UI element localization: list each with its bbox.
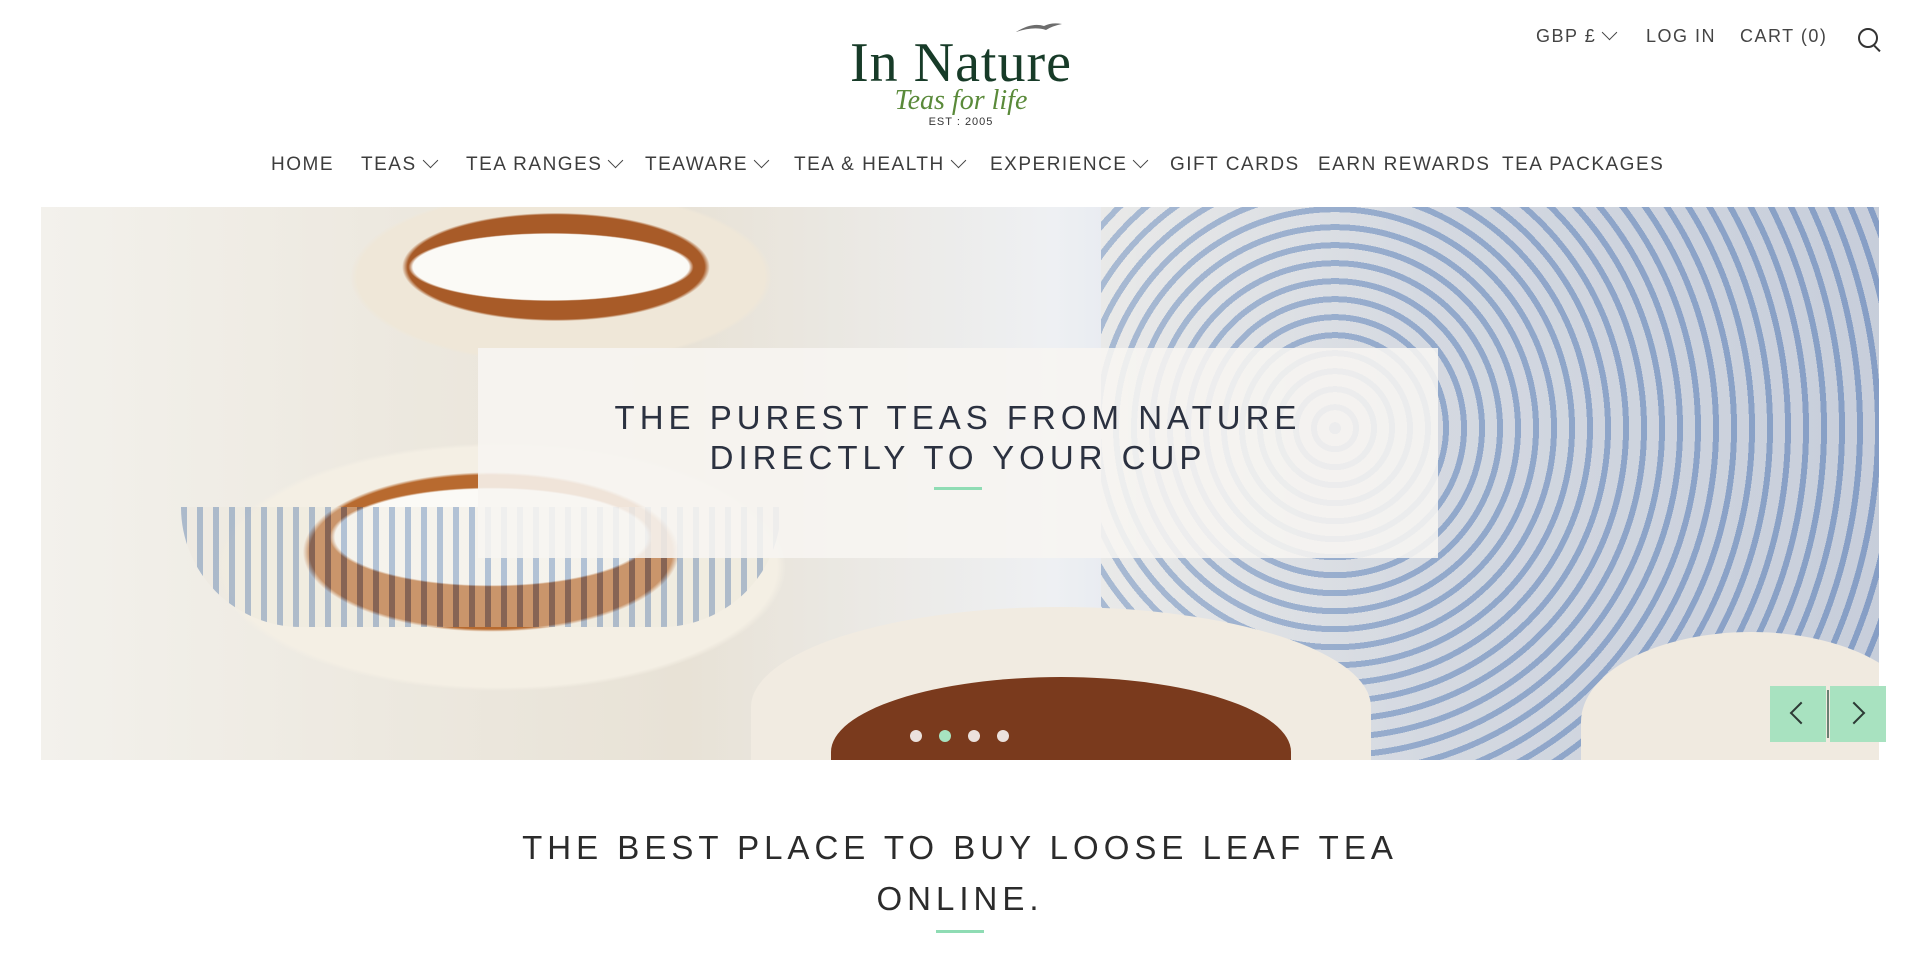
currency-label: GBP £ [1536,26,1597,46]
chevron-down-icon [1601,24,1618,41]
site-header: In Nature Teas for life EST : 2005 GBP £… [0,0,1920,175]
nav-label: GIFT CARDS [1170,154,1300,175]
nav-label: EXPERIENCE [990,154,1128,175]
search-icon[interactable] [1858,28,1878,48]
arrow-divider [1827,690,1829,738]
nav-home[interactable]: HOME [271,154,334,176]
chevron-left-icon [1789,701,1813,725]
nav-label: TEAWARE [645,154,749,175]
slide-dot[interactable] [968,730,980,742]
nav-label: TEA & HEALTH [794,154,945,175]
cart-link[interactable]: CART (0) [1740,26,1827,47]
currency-selector[interactable]: GBP £ [1536,24,1618,47]
slide-next-button[interactable] [1830,686,1886,742]
slide-dot[interactable] [997,730,1009,742]
utility-bar: GBP £ LOG IN CART (0) [0,24,1920,50]
slide-prev-button[interactable] [1770,686,1826,742]
nav-teaware[interactable]: TEAWARE [645,152,770,176]
main-nav: HOME TEAS TEA RANGES TEAWARE TEA & HEALT… [0,152,1920,184]
nav-experience[interactable]: EXPERIENCE [990,152,1149,176]
slide-dot-active[interactable] [939,730,951,742]
nav-label: EARN REWARDS [1318,154,1491,175]
nav-earn-rewards[interactable]: EARN REWARDS [1318,154,1490,176]
nav-teas[interactable]: TEAS [361,152,438,176]
chevron-down-icon [1133,152,1149,169]
hero-caption: THE PUREST TEAS FROM NATURE DIRECTLY TO … [478,348,1438,558]
caption-divider [934,487,982,490]
section-title: THE BEST PLACE TO BUY LOOSE LEAF TEA ONL… [522,829,1398,917]
nav-label: HOME [271,154,334,175]
nav-tea-packages[interactable]: TEA PACKAGES [1502,154,1664,176]
section-divider [936,930,984,933]
chevron-right-icon [1842,701,1866,725]
login-link[interactable]: LOG IN [1646,26,1716,47]
chevron-down-icon [753,152,770,169]
nav-gift-cards[interactable]: GIFT CARDS [1170,154,1300,176]
nav-tea-ranges[interactable]: TEA RANGES [466,152,624,176]
nav-label: TEA RANGES [466,154,603,175]
chevron-down-icon [608,152,624,169]
nav-label: TEA PACKAGES [1502,154,1665,175]
logo-est: EST : 2005 [928,116,994,128]
hero-caption-text: THE PUREST TEAS FROM NATURE DIRECTLY TO … [614,399,1302,476]
chevron-down-icon [950,152,966,169]
chevron-down-icon [422,152,438,169]
nav-label: TEAS [361,154,417,175]
slide-dot[interactable] [910,730,922,742]
nav-tea-health[interactable]: TEA & HEALTH [794,152,966,176]
